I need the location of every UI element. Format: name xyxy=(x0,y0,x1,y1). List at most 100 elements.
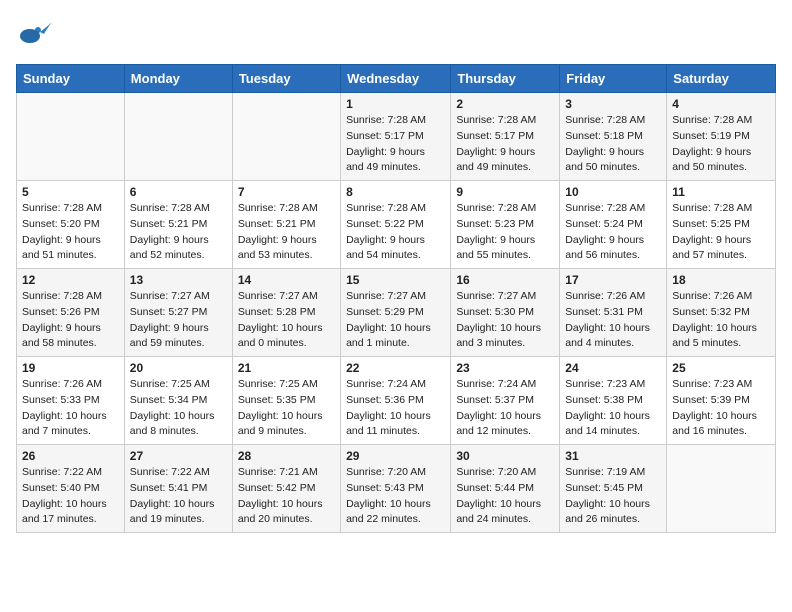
calendar-cell: 6 Sunrise: 7:28 AM Sunset: 5:21 PM Daylig… xyxy=(124,181,232,269)
day-number: 3 xyxy=(565,97,661,111)
day-info: Sunrise: 7:28 AM Sunset: 5:24 PM Dayligh… xyxy=(565,201,661,264)
day-info: Sunrise: 7:23 AM Sunset: 5:38 PM Dayligh… xyxy=(565,377,661,440)
day-number: 19 xyxy=(22,361,119,375)
day-info: Sunrise: 7:27 AM Sunset: 5:28 PM Dayligh… xyxy=(238,289,335,352)
day-info: Sunrise: 7:22 AM Sunset: 5:41 PM Dayligh… xyxy=(130,465,227,528)
calendar-week-row: 12 Sunrise: 7:28 AM Sunset: 5:26 PM Dayli… xyxy=(17,269,776,357)
day-number: 4 xyxy=(672,97,770,111)
day-number: 28 xyxy=(238,449,335,463)
day-info: Sunrise: 7:24 AM Sunset: 5:37 PM Dayligh… xyxy=(456,377,554,440)
calendar-cell: 3 Sunrise: 7:28 AM Sunset: 5:18 PM Daylig… xyxy=(560,93,667,181)
calendar-cell: 15 Sunrise: 7:27 AM Sunset: 5:29 PM Dayli… xyxy=(341,269,451,357)
day-info: Sunrise: 7:25 AM Sunset: 5:35 PM Dayligh… xyxy=(238,377,335,440)
calendar-cell: 31Sunrise: 7:19 AM Sunset: 5:45 PM Dayli… xyxy=(560,445,667,533)
calendar-cell: 18 Sunrise: 7:26 AM Sunset: 5:32 PM Dayli… xyxy=(667,269,776,357)
day-number: 27 xyxy=(130,449,227,463)
day-info: Sunrise: 7:23 AM Sunset: 5:39 PM Dayligh… xyxy=(672,377,770,440)
day-info: Sunrise: 7:28 AM Sunset: 5:19 PM Dayligh… xyxy=(672,113,770,176)
day-number: 23 xyxy=(456,361,554,375)
day-info: Sunrise: 7:28 AM Sunset: 5:17 PM Dayligh… xyxy=(456,113,554,176)
calendar-cell: 1 Sunrise: 7:28 AM Sunset: 5:17 PM Daylig… xyxy=(341,93,451,181)
day-info: Sunrise: 7:20 AM Sunset: 5:44 PM Dayligh… xyxy=(456,465,554,528)
calendar-cell: 4 Sunrise: 7:28 AM Sunset: 5:19 PM Daylig… xyxy=(667,93,776,181)
day-info: Sunrise: 7:22 AM Sunset: 5:40 PM Dayligh… xyxy=(22,465,119,528)
weekday-header-monday: Monday xyxy=(124,65,232,93)
day-info: Sunrise: 7:28 AM Sunset: 5:17 PM Dayligh… xyxy=(346,113,445,176)
day-info: Sunrise: 7:28 AM Sunset: 5:22 PM Dayligh… xyxy=(346,201,445,264)
calendar-cell: 27 Sunrise: 7:22 AM Sunset: 5:41 PM Dayli… xyxy=(124,445,232,533)
calendar-week-row: 1 Sunrise: 7:28 AM Sunset: 5:17 PM Daylig… xyxy=(17,93,776,181)
day-number: 24 xyxy=(565,361,661,375)
day-info: Sunrise: 7:28 AM Sunset: 5:18 PM Dayligh… xyxy=(565,113,661,176)
calendar-cell xyxy=(232,93,340,181)
day-number: 25 xyxy=(672,361,770,375)
day-info: Sunrise: 7:27 AM Sunset: 5:30 PM Dayligh… xyxy=(456,289,554,352)
calendar-week-row: 26 Sunrise: 7:22 AM Sunset: 5:40 PM Dayli… xyxy=(17,445,776,533)
day-number: 21 xyxy=(238,361,335,375)
day-info: Sunrise: 7:20 AM Sunset: 5:43 PM Dayligh… xyxy=(346,465,445,528)
calendar-cell: 21 Sunrise: 7:25 AM Sunset: 5:35 PM Dayli… xyxy=(232,357,340,445)
day-number: 22 xyxy=(346,361,445,375)
calendar-cell: 29 Sunrise: 7:20 AM Sunset: 5:43 PM Dayli… xyxy=(341,445,451,533)
calendar-week-row: 19 Sunrise: 7:26 AM Sunset: 5:33 PM Dayli… xyxy=(17,357,776,445)
day-info: Sunrise: 7:25 AM Sunset: 5:34 PM Dayligh… xyxy=(130,377,227,440)
calendar-cell: 8 Sunrise: 7:28 AM Sunset: 5:22 PM Daylig… xyxy=(341,181,451,269)
day-info: Sunrise: 7:28 AM Sunset: 5:23 PM Dayligh… xyxy=(456,201,554,264)
day-info: Sunrise: 7:24 AM Sunset: 5:36 PM Dayligh… xyxy=(346,377,445,440)
calendar-cell: 19 Sunrise: 7:26 AM Sunset: 5:33 PM Dayli… xyxy=(17,357,125,445)
day-number: 9 xyxy=(456,185,554,199)
calendar-cell xyxy=(667,445,776,533)
calendar-cell: 17Sunrise: 7:26 AM Sunset: 5:31 PM Dayli… xyxy=(560,269,667,357)
day-info: Sunrise: 7:26 AM Sunset: 5:32 PM Dayligh… xyxy=(672,289,770,352)
day-info: Sunrise: 7:27 AM Sunset: 5:29 PM Dayligh… xyxy=(346,289,445,352)
weekday-header-thursday: Thursday xyxy=(451,65,560,93)
calendar-cell: 13Sunrise: 7:27 AM Sunset: 5:27 PM Dayli… xyxy=(124,269,232,357)
calendar-cell: 14Sunrise: 7:27 AM Sunset: 5:28 PM Dayli… xyxy=(232,269,340,357)
calendar-cell: 9 Sunrise: 7:28 AM Sunset: 5:23 PM Daylig… xyxy=(451,181,560,269)
day-number: 7 xyxy=(238,185,335,199)
calendar-cell: 16 Sunrise: 7:27 AM Sunset: 5:30 PM Dayli… xyxy=(451,269,560,357)
calendar-table: SundayMondayTuesdayWednesdayThursdayFrid… xyxy=(16,64,776,533)
weekday-header-row: SundayMondayTuesdayWednesdayThursdayFrid… xyxy=(17,65,776,93)
day-info: Sunrise: 7:27 AM Sunset: 5:27 PM Dayligh… xyxy=(130,289,227,352)
day-number: 15 xyxy=(346,273,445,287)
calendar-cell: 30Sunrise: 7:20 AM Sunset: 5:44 PM Dayli… xyxy=(451,445,560,533)
weekday-header-sunday: Sunday xyxy=(17,65,125,93)
day-number: 18 xyxy=(672,273,770,287)
day-number: 1 xyxy=(346,97,445,111)
day-number: 8 xyxy=(346,185,445,199)
calendar-cell: 5Sunrise: 7:28 AM Sunset: 5:20 PM Daylig… xyxy=(17,181,125,269)
weekday-header-saturday: Saturday xyxy=(667,65,776,93)
day-info: Sunrise: 7:26 AM Sunset: 5:31 PM Dayligh… xyxy=(565,289,661,352)
logo xyxy=(16,16,56,52)
calendar-cell: 7Sunrise: 7:28 AM Sunset: 5:21 PM Daylig… xyxy=(232,181,340,269)
day-number: 26 xyxy=(22,449,119,463)
day-info: Sunrise: 7:28 AM Sunset: 5:21 PM Dayligh… xyxy=(130,201,227,264)
calendar-cell: 11Sunrise: 7:28 AM Sunset: 5:25 PM Dayli… xyxy=(667,181,776,269)
calendar-cell: 2 Sunrise: 7:28 AM Sunset: 5:17 PM Daylig… xyxy=(451,93,560,181)
day-info: Sunrise: 7:26 AM Sunset: 5:33 PM Dayligh… xyxy=(22,377,119,440)
day-info: Sunrise: 7:28 AM Sunset: 5:20 PM Dayligh… xyxy=(22,201,119,264)
calendar-cell: 22 Sunrise: 7:24 AM Sunset: 5:36 PM Dayli… xyxy=(341,357,451,445)
day-number: 10 xyxy=(565,185,661,199)
day-number: 20 xyxy=(130,361,227,375)
calendar-cell: 10 Sunrise: 7:28 AM Sunset: 5:24 PM Dayli… xyxy=(560,181,667,269)
day-number: 11 xyxy=(672,185,770,199)
calendar-cell: 26 Sunrise: 7:22 AM Sunset: 5:40 PM Dayli… xyxy=(17,445,125,533)
day-number: 29 xyxy=(346,449,445,463)
calendar-week-row: 5Sunrise: 7:28 AM Sunset: 5:20 PM Daylig… xyxy=(17,181,776,269)
day-number: 6 xyxy=(130,185,227,199)
day-number: 12 xyxy=(22,273,119,287)
weekday-header-wednesday: Wednesday xyxy=(341,65,451,93)
day-number: 2 xyxy=(456,97,554,111)
calendar-cell: 24 Sunrise: 7:23 AM Sunset: 5:38 PM Dayli… xyxy=(560,357,667,445)
weekday-header-tuesday: Tuesday xyxy=(232,65,340,93)
day-info: Sunrise: 7:19 AM Sunset: 5:45 PM Dayligh… xyxy=(565,465,661,528)
day-info: Sunrise: 7:21 AM Sunset: 5:42 PM Dayligh… xyxy=(238,465,335,528)
calendar-cell: 12 Sunrise: 7:28 AM Sunset: 5:26 PM Dayli… xyxy=(17,269,125,357)
day-number: 16 xyxy=(456,273,554,287)
calendar-cell: 23 Sunrise: 7:24 AM Sunset: 5:37 PM Dayli… xyxy=(451,357,560,445)
calendar-cell: 28 Sunrise: 7:21 AM Sunset: 5:42 PM Dayli… xyxy=(232,445,340,533)
day-info: Sunrise: 7:28 AM Sunset: 5:26 PM Dayligh… xyxy=(22,289,119,352)
calendar-cell: 20 Sunrise: 7:25 AM Sunset: 5:34 PM Dayli… xyxy=(124,357,232,445)
